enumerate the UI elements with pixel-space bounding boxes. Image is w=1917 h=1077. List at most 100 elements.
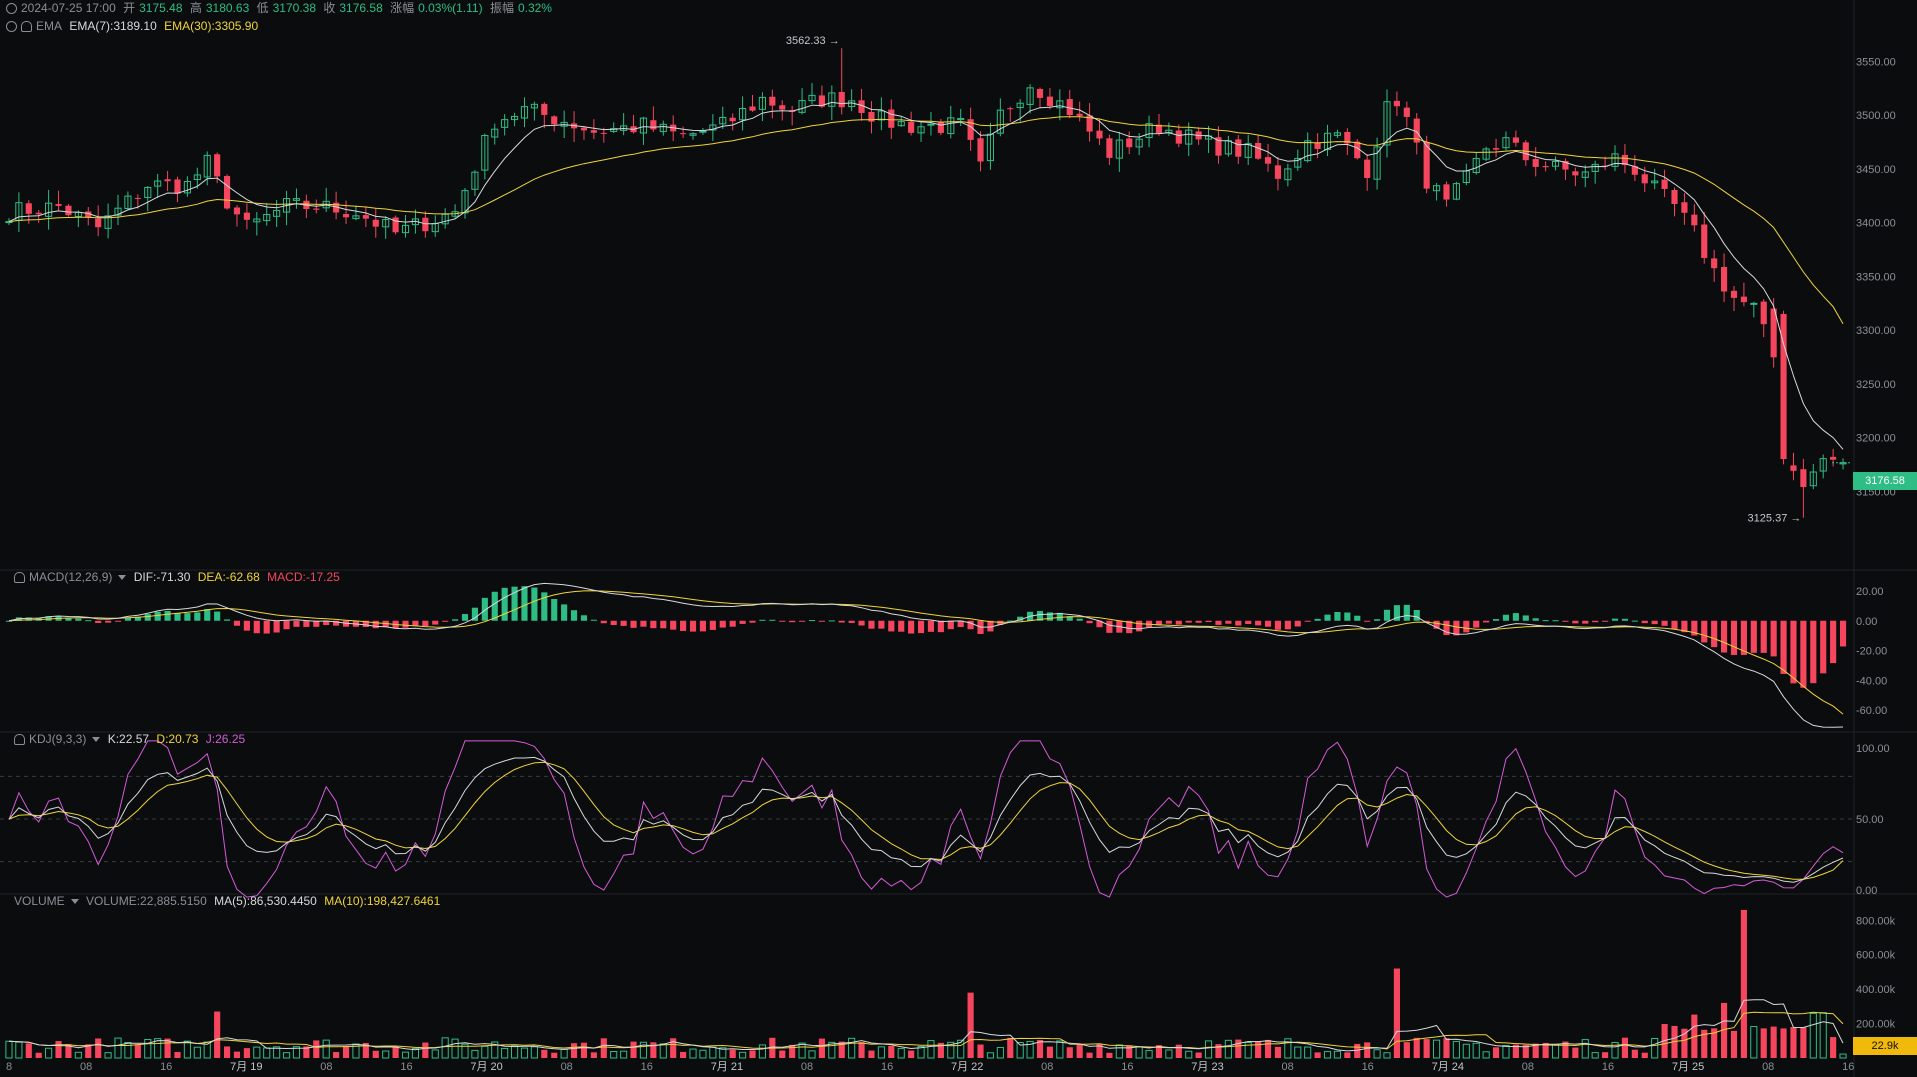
candle-body xyxy=(769,96,776,106)
ema-name[interactable]: EMA xyxy=(36,19,62,33)
chevron-down-icon[interactable] xyxy=(70,899,79,904)
macd-histogram-bar xyxy=(204,609,211,621)
volume-bar xyxy=(174,1051,181,1058)
macd-histogram-bar xyxy=(1453,620,1460,636)
macd-histogram-bar xyxy=(680,620,687,631)
time-tick-label: 08 xyxy=(320,1061,332,1073)
macd-histogram-bar xyxy=(1631,620,1638,622)
volume-bar xyxy=(1066,1047,1073,1058)
candle-body xyxy=(937,122,944,133)
chevron-down-icon[interactable] xyxy=(92,737,101,742)
candle-body xyxy=(1661,179,1668,189)
amplitude-label: 振幅 xyxy=(489,1,514,15)
volume-bar xyxy=(888,1045,895,1058)
kdj-name[interactable]: KDJ(9,3,3) xyxy=(29,732,86,746)
candle-body xyxy=(214,154,221,177)
time-tick-label: 08 xyxy=(561,1061,573,1073)
candle-body xyxy=(313,208,320,210)
macd-histogram-bar xyxy=(1790,620,1797,684)
candle-body xyxy=(541,103,548,115)
macd-histogram-bar xyxy=(927,620,935,632)
volume-bar xyxy=(779,1050,786,1058)
candle-body xyxy=(1423,141,1430,189)
volume-bar xyxy=(243,1048,250,1058)
macd-histogram-bar xyxy=(898,620,905,632)
bell-icon[interactable] xyxy=(21,21,32,32)
candle-body xyxy=(838,91,845,108)
low-marker: 3125.37 → xyxy=(1748,513,1802,525)
volume-name[interactable]: VOLUME xyxy=(14,894,65,908)
volume-bar xyxy=(1681,1028,1688,1058)
macd-histogram-bar xyxy=(422,620,429,627)
kdj-tick-label: 50.00 xyxy=(1856,814,1884,826)
candle-body xyxy=(1403,107,1410,117)
volume-bar xyxy=(1631,1049,1638,1058)
time-tick-label: 7月 23 xyxy=(1191,1061,1223,1073)
macd-histogram-bar xyxy=(729,620,736,627)
volume-bar xyxy=(1621,1037,1629,1058)
macd-histogram-bar xyxy=(799,620,806,622)
macd-histogram-bar xyxy=(1245,620,1252,625)
volume-bar xyxy=(1403,1042,1410,1058)
macd-histogram-bar xyxy=(709,620,716,630)
candle-body xyxy=(927,123,935,126)
macd-histogram-bar xyxy=(1750,620,1757,653)
macd-histogram-bar xyxy=(808,620,816,622)
bell-icon[interactable] xyxy=(14,734,25,745)
time-tick-label: 7月 25 xyxy=(1672,1061,1704,1073)
candle-body xyxy=(729,117,736,122)
collapse-icon[interactable] xyxy=(6,21,17,32)
volume-bar xyxy=(1393,968,1400,1058)
macd-histogram-bar xyxy=(610,620,617,625)
candle-body xyxy=(95,218,102,228)
macd-histogram-bar xyxy=(1711,620,1718,648)
high-marker: 3562.33 → xyxy=(786,35,840,47)
macd-histogram-bar xyxy=(1255,620,1262,626)
kdj-legend: KDJ(9,3,3) K:22.57 D:20.73 J:26.25 xyxy=(14,731,249,747)
macd-histogram-bar xyxy=(917,620,925,634)
volume-bar xyxy=(342,1045,350,1058)
volume-bar xyxy=(818,1038,825,1058)
macd-dif: DIF:-71.30 xyxy=(133,570,191,584)
collapse-icon[interactable] xyxy=(6,3,17,14)
kdj-k: K:22.57 xyxy=(107,732,150,746)
macd-histogram-bar xyxy=(1542,620,1549,622)
volume-bar xyxy=(590,1052,597,1058)
time-tick-label: 08 xyxy=(1522,1061,1534,1073)
macd-name[interactable]: MACD(12,26,9) xyxy=(29,570,112,584)
ohlc-header: 2024-07-25 17:00 开 3175.48 高 3180.63 低 3170… xyxy=(6,0,556,16)
candle-body xyxy=(422,217,429,232)
candle-body xyxy=(1036,88,1044,98)
volume-bar xyxy=(1760,1028,1767,1058)
macd-histogram-bar xyxy=(1492,619,1500,621)
volume-bar xyxy=(35,1052,42,1058)
candle-body xyxy=(1512,137,1519,143)
macd-histogram-bar xyxy=(878,620,885,629)
macd-histogram-bar xyxy=(432,620,439,625)
time-tick-label: 08 xyxy=(1762,1061,1774,1073)
candle-body xyxy=(1691,214,1698,226)
macd-histogram-bar xyxy=(759,619,766,621)
candle-body xyxy=(1641,174,1648,184)
bell-icon[interactable] xyxy=(14,572,25,583)
macd-histogram-bar xyxy=(1264,620,1272,627)
chevron-down-icon[interactable] xyxy=(118,575,127,580)
volume-bar xyxy=(858,1042,865,1058)
macd-histogram-bar xyxy=(600,620,607,624)
macd-histogram-bar xyxy=(1165,620,1172,624)
trading-chart[interactable]: 3550.00 3500.00 3450.00 3400.00 3350.00 3300.… xyxy=(0,0,1917,1077)
macd-tick-label: 20.00 xyxy=(1856,586,1884,598)
macd-histogram-bar xyxy=(551,598,558,621)
volume-bar xyxy=(570,1043,578,1058)
ema-legend: EMA EMA(7):3189.10 EMA(30):3305.90 xyxy=(6,18,262,34)
macd-histogram-bar xyxy=(1602,620,1609,622)
candle-body xyxy=(1076,113,1083,116)
volume-bar xyxy=(1423,1039,1430,1058)
candle-body xyxy=(680,133,687,135)
candle-body xyxy=(888,109,895,128)
candle-body xyxy=(1721,266,1728,292)
low-label: 低 xyxy=(256,1,269,15)
candle-body xyxy=(1255,142,1262,159)
macd-histogram-bar xyxy=(1324,614,1331,621)
macd-histogram-bar xyxy=(1344,612,1351,621)
